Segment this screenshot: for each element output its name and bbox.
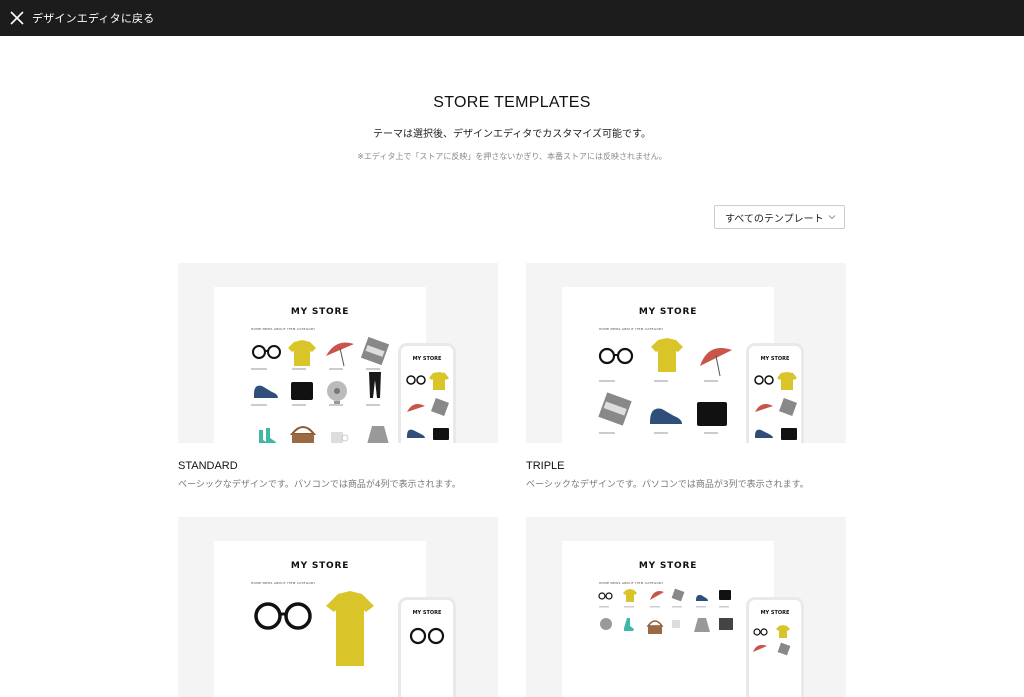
- umbrella-icon: [700, 348, 732, 377]
- template-description: ベーシックなデザインです。パソコンでは商品が3列で表示されます。: [526, 480, 809, 490]
- basket-icon: [289, 426, 317, 443]
- template-thumbnail[interactable]: MY STORE HOME NEWS ABOUT ITEM CATEGORY M…: [178, 263, 498, 443]
- product-grid: [254, 591, 374, 666]
- phone-brand: MY STORE: [412, 356, 442, 362]
- trousers-icon: [369, 372, 381, 398]
- template-thumbnail[interactable]: MY STORE HOME NEWS ABOUT ITEM CATEGORY M…: [526, 263, 846, 443]
- preview-nav: HOME NEWS ABOUT ITEM CATEGORY: [599, 581, 664, 585]
- template-name: TRIPLE: [526, 460, 565, 472]
- template-thumbnail[interactable]: MY STORE HOME NEWS ABOUT ITEM CATEGORY M…: [526, 517, 846, 697]
- preview-page: MY STORE HOME NEWS ABOUT ITEM CATEGORY: [214, 287, 426, 443]
- socks-icon: [259, 428, 276, 443]
- preview-nav: HOME NEWS ABOUT ITEM CATEGORY: [251, 581, 316, 585]
- phone-product-grid: [409, 627, 445, 645]
- preview-phone: MY STORE: [398, 343, 456, 443]
- preview-page: MY STORE HOME NEWS ABOUT ITEM CATEGORY: [562, 541, 774, 697]
- template-name: STANDARD: [178, 460, 238, 472]
- preview-phone: MY STORE: [746, 597, 804, 697]
- preview-phone: MY STORE: [746, 343, 804, 443]
- fan-icon: [327, 381, 347, 405]
- phone-brand: MY STORE: [760, 610, 790, 616]
- page-note: ※エディタ上で「ストアに反映」を押さないかぎり、本番ストアには反映されません。: [357, 152, 667, 161]
- wallet-icon: [697, 402, 727, 426]
- template-filter-select[interactable]: すべてのテンプレート: [714, 205, 845, 229]
- back-to-editor-link[interactable]: デザインエディタに戻る: [8, 7, 154, 29]
- preview-page: MY STORE HOME NEWS ABOUT ITEM CATEGORY: [562, 287, 774, 443]
- polo-shirt-icon: [326, 591, 374, 666]
- template-description: ベーシックなデザインです。パソコンでは商品が4列で表示されます。: [178, 480, 461, 490]
- mug-icon: [331, 432, 349, 443]
- product-grid: [598, 588, 733, 634]
- polo-shirt-icon: [651, 338, 683, 372]
- top-bar: デザインエディタに戻る: [0, 0, 1024, 36]
- phone-product-grid: [754, 372, 797, 440]
- phone-product-grid: [406, 372, 449, 440]
- phone-brand: MY STORE: [412, 610, 442, 616]
- back-label: デザインエディタに戻る: [32, 12, 155, 25]
- product-grid: [598, 338, 732, 434]
- camera-icon: [598, 392, 632, 426]
- sneaker-icon: [254, 385, 278, 398]
- glasses-icon: [254, 602, 312, 630]
- chevron-down-icon: [828, 215, 836, 220]
- preview-brand: MY STORE: [290, 307, 350, 317]
- preview-phone: MY STORE: [398, 597, 456, 697]
- template-filter-value: すべてのテンプレート: [725, 213, 824, 225]
- phone-product-grid: [753, 625, 791, 656]
- preview-brand: MY STORE: [290, 561, 350, 571]
- glasses-icon: [252, 345, 281, 359]
- skirt-icon: [367, 426, 389, 443]
- glasses-icon: [598, 347, 634, 365]
- polo-shirt-icon: [288, 340, 316, 366]
- phone-brand: MY STORE: [760, 356, 790, 362]
- camera-icon: [360, 336, 390, 366]
- wallet-icon: [291, 382, 313, 400]
- preview-nav: HOME NEWS ABOUT ITEM CATEGORY: [251, 327, 316, 331]
- preview-nav: HOME NEWS ABOUT ITEM CATEGORY: [599, 327, 664, 331]
- preview-page: MY STORE HOME NEWS ABOUT ITEM CATEGORY: [214, 541, 426, 697]
- product-grid: [251, 336, 390, 443]
- preview-brand: MY STORE: [638, 307, 698, 317]
- preview-brand: MY STORE: [638, 561, 698, 571]
- page-title: STORE TEMPLATES: [433, 94, 591, 111]
- umbrella-icon: [326, 342, 354, 367]
- template-thumbnail[interactable]: MY STORE HOME NEWS ABOUT ITEM CATEGORY M…: [178, 517, 498, 697]
- page-subtitle: テーマは選択後、デザインエディタでカスタマイズ可能です。: [373, 129, 651, 140]
- close-icon: [10, 11, 24, 25]
- sneaker-icon: [650, 408, 682, 424]
